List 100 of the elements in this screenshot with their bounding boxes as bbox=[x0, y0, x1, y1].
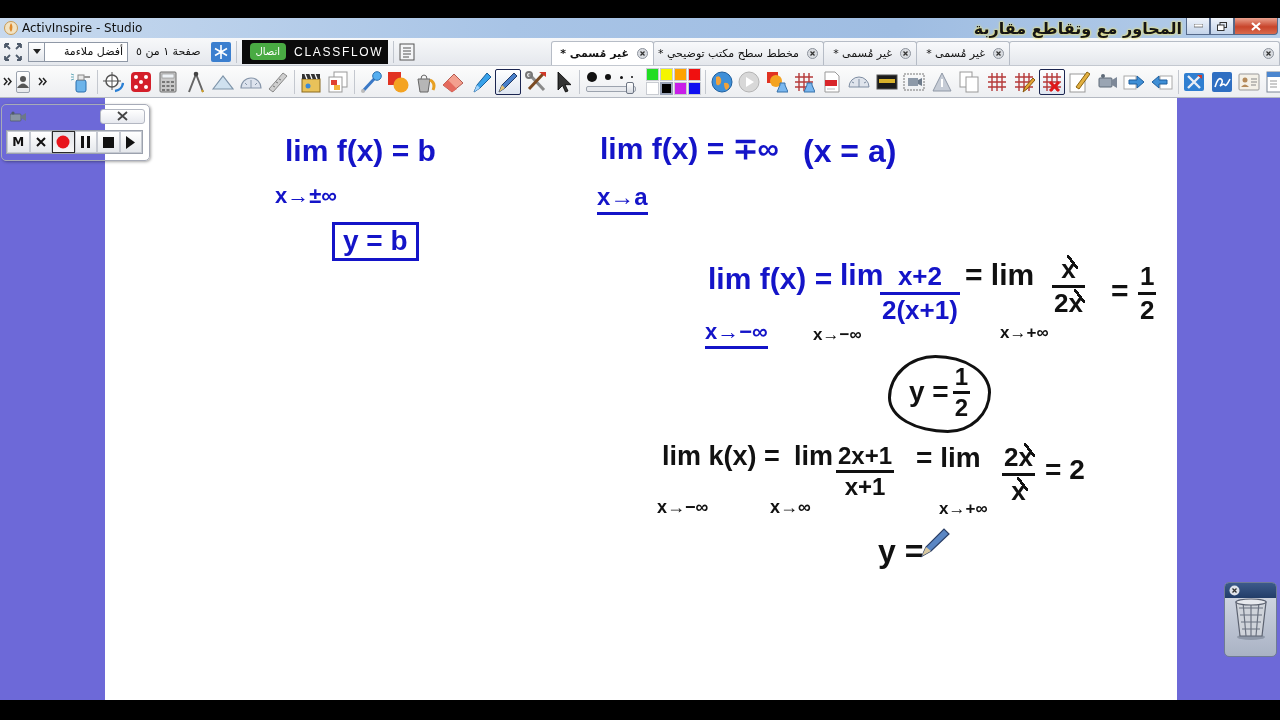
dice-icon bbox=[129, 70, 152, 93]
color-swatch[interactable] bbox=[688, 82, 701, 95]
handwritten-math: x→−∞ bbox=[705, 320, 768, 350]
fraction-denominator: 2x bbox=[1052, 288, 1085, 318]
app-logo-icon bbox=[4, 21, 18, 35]
copy-pages-icon bbox=[958, 70, 981, 93]
color-swatch[interactable] bbox=[688, 68, 701, 81]
stop-button[interactable] bbox=[97, 131, 120, 153]
handwritten-math: lim bbox=[794, 442, 833, 472]
fraction-denominator: 2(x+1) bbox=[881, 295, 959, 325]
double-chevron-icon bbox=[3, 77, 12, 86]
close-icon bbox=[993, 48, 1004, 59]
fraction-numerator: 1 bbox=[1139, 262, 1156, 291]
fraction-denominator: x+1 bbox=[843, 474, 887, 501]
tool-button[interactable] bbox=[1038, 68, 1065, 95]
color-swatch[interactable] bbox=[646, 82, 659, 95]
cancel-button[interactable] bbox=[29, 131, 52, 153]
color-swatch[interactable] bbox=[660, 68, 673, 81]
fraction-denominator: 2 bbox=[953, 395, 970, 422]
ruler-icon bbox=[267, 70, 290, 93]
window-title: ActivInspire - Studio bbox=[22, 21, 143, 35]
color-swatch[interactable] bbox=[646, 68, 659, 81]
pause-button[interactable] bbox=[74, 131, 97, 153]
restore-icon bbox=[1217, 21, 1227, 31]
globe-icon bbox=[710, 70, 733, 93]
crossed-tools-icon bbox=[524, 70, 547, 93]
close-icon bbox=[1263, 48, 1274, 59]
handwritten-math: lim k(x) = bbox=[662, 442, 780, 472]
close-icon bbox=[637, 48, 648, 59]
handwritten-math: x→−∞ bbox=[813, 326, 862, 345]
handwritten-math: x→∞ bbox=[770, 498, 811, 518]
grid-cross-icon bbox=[1040, 70, 1063, 93]
record-icon bbox=[56, 135, 71, 149]
calculator-icon bbox=[157, 70, 180, 93]
caret-icon bbox=[32, 49, 41, 54]
minimize-button[interactable] bbox=[1186, 18, 1210, 35]
pen-cursor-icon bbox=[920, 528, 950, 558]
shapes-beaker-icon bbox=[765, 70, 788, 93]
window-icon bbox=[1265, 70, 1280, 93]
camcorder-icon bbox=[10, 110, 26, 122]
color-swatch[interactable] bbox=[674, 68, 687, 81]
person-silhouette-icon bbox=[17, 75, 29, 88]
document-list-icon bbox=[398, 42, 415, 61]
close-icon bbox=[1229, 585, 1240, 596]
tool-button[interactable] bbox=[495, 68, 522, 95]
close-button[interactable] bbox=[1234, 18, 1278, 35]
zoom-dropdown[interactable]: أفضل ملاءمة bbox=[28, 41, 128, 62]
document-tab[interactable]: غير مُسمى * bbox=[551, 41, 654, 65]
pen-size-dot[interactable] bbox=[587, 72, 597, 82]
handwritten-math: = lim bbox=[916, 443, 981, 474]
triangle-icon bbox=[930, 70, 953, 93]
trash-widget[interactable] bbox=[1224, 582, 1277, 657]
slider-thumb[interactable] bbox=[626, 82, 635, 94]
color-swatch[interactable] bbox=[660, 82, 673, 95]
pen-icon bbox=[497, 70, 520, 93]
handwritten-math: = 2 bbox=[1045, 455, 1085, 486]
handwritten-math: x→±∞ bbox=[275, 184, 337, 209]
page-indicator: صفحة ١ من ٥ bbox=[136, 45, 201, 58]
play-button[interactable] bbox=[119, 131, 142, 153]
profile-button[interactable] bbox=[16, 70, 30, 93]
pen-size-dot[interactable] bbox=[605, 74, 612, 80]
handwritten-math: y = b bbox=[343, 226, 408, 257]
handwritten-math: y = bbox=[909, 377, 949, 409]
connector-icon bbox=[359, 70, 382, 93]
handwritten-math: (x = a) bbox=[803, 134, 897, 170]
grid-beaker-icon bbox=[793, 70, 816, 93]
handwritten-math: x→+∞ bbox=[939, 500, 988, 519]
pen-size-dot[interactable] bbox=[619, 75, 623, 79]
crosshair-icon bbox=[102, 70, 125, 93]
record-button[interactable] bbox=[52, 131, 75, 153]
cross-icon bbox=[35, 137, 46, 147]
handwritten-math: x→−∞ bbox=[657, 498, 709, 518]
maximize-button[interactable] bbox=[1210, 18, 1234, 35]
stop-icon bbox=[102, 136, 114, 148]
color-swatch[interactable] bbox=[674, 82, 687, 95]
video-caption: المحاور مع وتقاطع مقاربة bbox=[973, 18, 1182, 39]
grid-icon bbox=[985, 70, 1008, 93]
camera-frame-icon bbox=[903, 70, 926, 93]
handwritten-math: lim bbox=[840, 258, 884, 291]
fraction-numerator: 1 bbox=[953, 364, 970, 391]
signature-icon bbox=[1210, 70, 1233, 93]
pause-icon bbox=[81, 136, 91, 148]
fraction-numerator: 2x bbox=[1002, 443, 1035, 472]
square-and-circle-icon bbox=[387, 70, 410, 93]
close-icon bbox=[117, 111, 128, 121]
close-icon bbox=[900, 48, 911, 59]
handwritten-math: = lim bbox=[965, 258, 1035, 291]
play-circle-icon bbox=[738, 70, 761, 93]
minimize-icon bbox=[1193, 24, 1203, 28]
marker-button[interactable]: M bbox=[7, 131, 30, 153]
wire-trash-can-icon bbox=[1233, 598, 1268, 640]
stacked-pages-icon bbox=[327, 70, 350, 93]
handwritten-math: y = bbox=[878, 534, 924, 570]
grid-pencil-icon bbox=[1013, 70, 1036, 93]
close-icon bbox=[1251, 21, 1261, 31]
handwritten-math: lim f(x) = b bbox=[285, 134, 436, 167]
close-icon bbox=[807, 48, 818, 59]
handwritten-math: lim f(x) = ∓∞ bbox=[600, 132, 779, 165]
id-card-icon bbox=[1238, 70, 1261, 93]
handwritten-math: = bbox=[1111, 274, 1129, 307]
